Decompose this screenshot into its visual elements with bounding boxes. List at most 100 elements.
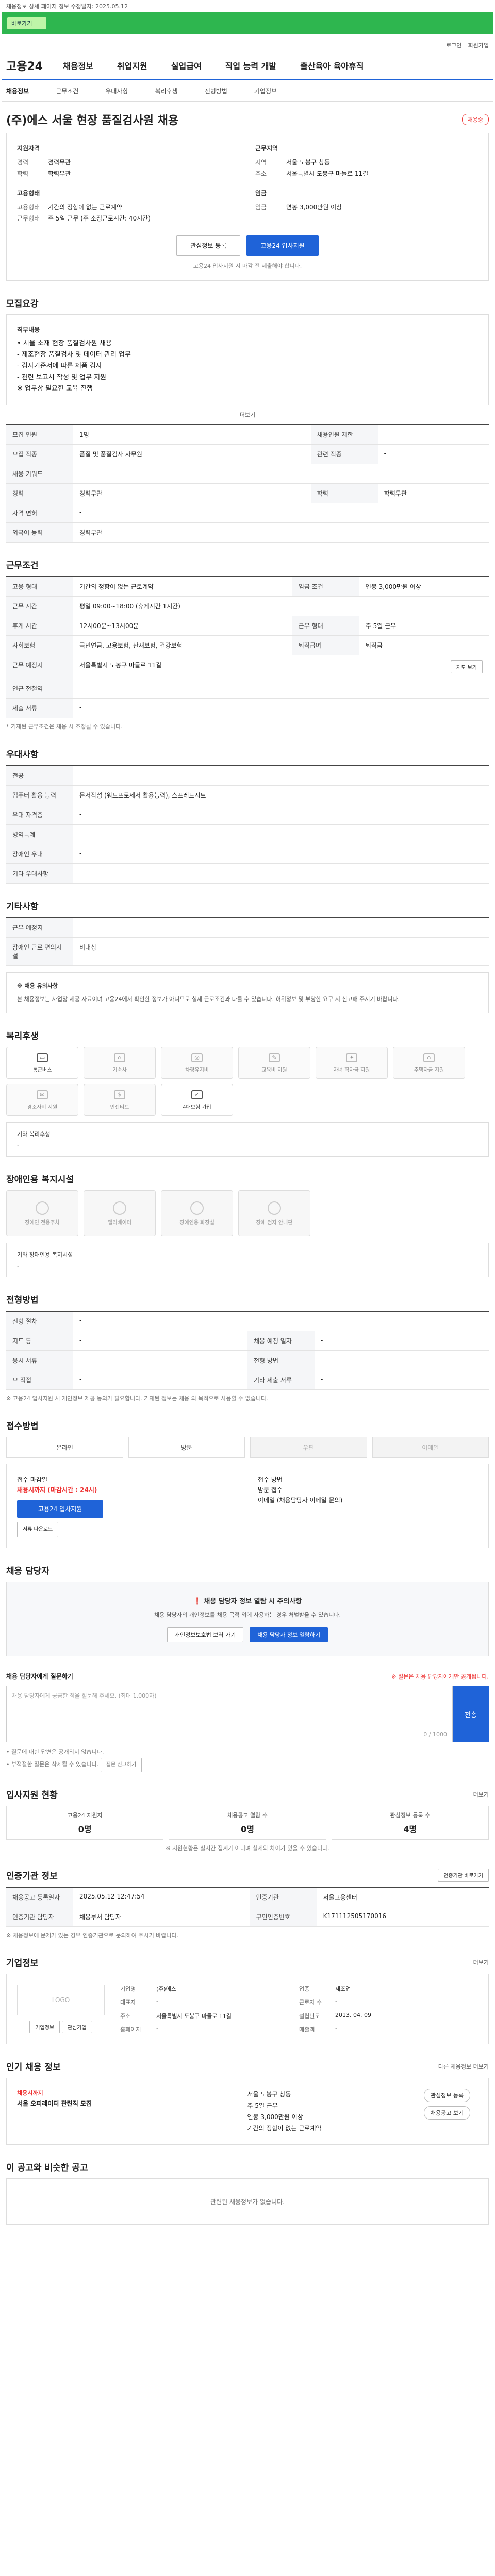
desc-line: ※ 업무상 필요한 교육 진행 <box>17 385 93 393</box>
corp-info-button[interactable]: 기업정보 <box>29 2021 60 2033</box>
method-line: 방문 접수 <box>258 1486 283 1494</box>
table-row: 경력 경력무관 학력 학력무관 <box>6 483 489 503</box>
th: 고용 형태 <box>6 577 73 597</box>
welfare-label: 경조사비 지원 <box>27 1104 58 1110</box>
corp-value: 서울특별시 도봉구 마들로 11길 <box>156 2012 232 2020</box>
welfare-grid: ▭ 통근버스 ⌂ 기숙사 ◎ 차량유지비 ✎ 교육비 지원 ✦ 자녀 학자금 지원 ⌂ 주택… <box>6 1047 489 1116</box>
td: - <box>73 698 489 718</box>
notice-head: ※ 채용 유의사항 <box>17 982 58 989</box>
welfare-item: ✦ 자녀 학자금 지원 <box>316 1047 388 1079</box>
th: 채용공고 등록일자 <box>6 1887 73 1907</box>
table-row: 근무 시간 평일 09:00~18:00 (휴게시간 1시간) <box>6 596 489 616</box>
kv-key: 지역 <box>255 159 267 166</box>
welfare-label: 차량유지비 <box>185 1067 209 1073</box>
table-row: 제출 서류 - <box>6 698 489 718</box>
th: 채용 예정 일자 <box>248 1331 315 1351</box>
gift-icon: ✉ <box>37 1090 48 1099</box>
rec-card-title[interactable]: 서울 오피레이터 관련직 모집 <box>17 2099 232 2108</box>
td: 경력무관 <box>73 483 311 503</box>
table-row: 컴퓨터 활용 능력 문서작성 (워드프로세서 활용능력), 스프레드시트 <box>6 785 489 805</box>
table-row: 휴게 시간 12시00분~13시00분 근무 형태 주 5일 근무 <box>6 616 489 636</box>
th: 자격 면허 <box>6 503 73 523</box>
rec-card[interactable]: 채용시까지 서울 오피레이터 관련직 모집 서울 도봉구 창동 주 5일 근무 … <box>6 2078 489 2145</box>
gnb-item-jobs[interactable]: 채용정보 <box>63 59 93 72</box>
method-post: 우편 <box>250 1437 367 1458</box>
td: 2025.05.12 12:47:54 <box>73 1887 250 1907</box>
kv-key: 근무형태 <box>17 215 40 222</box>
qa-send-button[interactable]: 전송 <box>453 1686 489 1742</box>
status-more[interactable]: 더보기 <box>473 1790 489 1799</box>
kv-value: 연봉 3,000만원 이상 <box>286 204 342 211</box>
status-title: 입사지원 현황 <box>6 1790 58 1801</box>
gnb-item-training[interactable]: 직업 능력 개발 <box>225 59 276 72</box>
th: 제출 서류 <box>6 698 73 718</box>
logo[interactable]: 고용24 <box>6 57 63 74</box>
td: - <box>315 1370 489 1390</box>
apply-button-2[interactable]: 고용24 입사지원 <box>17 1500 104 1518</box>
tab-recruit[interactable]: 채용정보 <box>6 87 29 95</box>
summary-right2-head: 임금 <box>255 190 267 197</box>
td: 연봉 3,000만원 이상 <box>359 577 489 597</box>
method-visit: 방문 <box>128 1437 245 1458</box>
table-row: 근무 예정지 서울특별시 도봉구 마들로 11길 지도 보기 <box>6 655 489 679</box>
tab-selection[interactable]: 전형방법 <box>205 87 227 95</box>
status-note: ※ 지원현황은 실시간 집계가 아니며 실제와 차이가 있을 수 있습니다. <box>166 1845 329 1852</box>
disabled-other-box: 기타 장애인용 복지시설 - <box>6 1243 489 1277</box>
page: 채용정보 상세 페이지 정보 수정일자: 2025.05.12 바로가기 로그인… <box>0 0 495 2225</box>
welfare-item: ⌂ 기숙사 <box>84 1047 156 1079</box>
welfare-item: ✓ 4대보험 가입 <box>161 1084 233 1116</box>
td: - <box>73 766 489 786</box>
welfare-item: ✎ 교육비 지원 <box>238 1047 310 1079</box>
summary-left-head: 지원자격 <box>17 145 40 152</box>
join-link[interactable]: 회원가입 <box>468 41 489 49</box>
qa-textarea[interactable]: 채용 담당자에게 궁금한 점을 질문해 주세요. (최대 1,000자) 0 /… <box>6 1686 453 1742</box>
corp-value: - <box>156 1998 158 2005</box>
stat-value: 4명 <box>403 1824 417 1834</box>
gnb-item-benefit[interactable]: 실업급여 <box>171 59 202 72</box>
privacy-law-button[interactable]: 개인정보보호법 보러 가기 <box>167 1627 244 1642</box>
map-button[interactable]: 지도 보기 <box>451 660 483 673</box>
fold-toggle[interactable]: 더보기 <box>2 405 493 424</box>
tab-work[interactable]: 근무조건 <box>56 87 78 95</box>
reg-link-button[interactable]: 인증기관 바로가기 <box>438 1869 489 1882</box>
gnb-item-support[interactable]: 취업지원 <box>117 59 147 72</box>
banner-button[interactable]: 바로가기 <box>7 17 47 29</box>
th: 근무 예정지 <box>6 918 73 938</box>
tab-welfare[interactable]: 복리후생 <box>155 87 178 95</box>
welfare-other-value: - <box>17 1142 19 1149</box>
td: 퇴직금 <box>359 635 489 655</box>
docs-button[interactable]: 서류 다운로드 <box>17 1522 59 1537</box>
rec-more[interactable]: 다른 채용정보 더보기 <box>438 2062 489 2071</box>
qa-placeholder: 채용 담당자에게 궁금한 점을 질문해 주세요. (최대 1,000자) <box>12 1692 157 1699</box>
status-badge: 채용중 <box>461 114 489 125</box>
stat-card: 관심정보 등록 수 4명 <box>331 1806 489 1840</box>
table-row: 자격 면허 - <box>6 503 489 523</box>
th: 학력 <box>310 483 378 503</box>
rec-view-button[interactable]: 채용공고 보기 <box>423 2106 471 2120</box>
login-link[interactable]: 로그인 <box>446 41 461 49</box>
apply-button[interactable]: 고용24 입사지원 <box>246 235 319 256</box>
rec-title: 인기 채용 정보 <box>6 2062 61 2073</box>
scrap-button[interactable]: 관심정보 등록 <box>176 235 241 256</box>
td: 12시00분~13시00분 <box>73 616 292 636</box>
th: 장애인 우대 <box>6 844 73 864</box>
gnb-item-leave[interactable]: 출산육아 육아휴직 <box>300 59 364 72</box>
stat-card: 채용공고 열람 수 0명 <box>169 1806 326 1840</box>
corp-key: 주소 <box>120 2012 131 2020</box>
welfare-label: 인센티브 <box>110 1104 129 1110</box>
th: 모 직접 <box>6 1370 73 1390</box>
section-title-selection: 전형방법 <box>6 1295 39 1306</box>
tab-corp[interactable]: 기업정보 <box>254 87 277 95</box>
th: 경력 <box>6 483 73 503</box>
parking-icon <box>36 1201 49 1215</box>
report-button[interactable]: 질문 신고하기 <box>100 1758 142 1772</box>
rec-fav-button[interactable]: 관심정보 등록 <box>423 2089 471 2102</box>
tab-prefer[interactable]: 우대사항 <box>105 87 128 95</box>
view-contact-button[interactable]: 채용 담당자 정보 열람하기 <box>250 1627 328 1642</box>
method-line: 이메일 (채용담당자 이메일 문의) <box>258 1497 343 1504</box>
corp-more[interactable]: 더보기 <box>473 1958 489 1967</box>
qa-header: 채용 담당자에게 질문하기 ※ 질문은 채용 담당자에게만 공개됩니다. <box>6 1672 489 1681</box>
desc-line: - 제조현장 품질검사 및 데이터 관리 업무 <box>17 351 131 359</box>
corp-fav-button[interactable]: 관심기업 <box>61 2021 92 2033</box>
reg-notes: ※ 채용정보에 문제가 있는 경우 인증기관으로 문의하여 주시기 바랍니다. <box>6 1932 179 1939</box>
